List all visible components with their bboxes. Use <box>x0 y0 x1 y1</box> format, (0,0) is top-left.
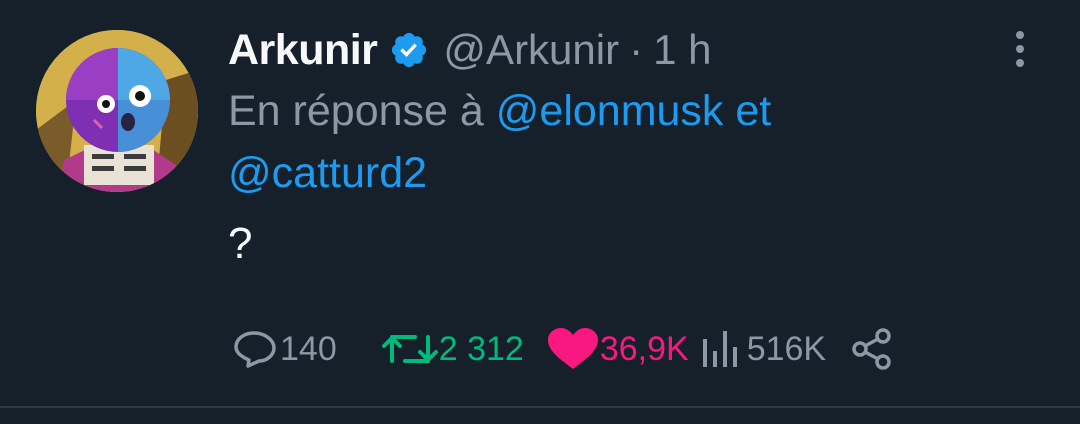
avatar[interactable] <box>36 30 198 192</box>
like-heart-icon <box>547 328 598 369</box>
tweet-content: Arkunir @Arkunir · 1 h En réponse à @elo… <box>228 22 1028 270</box>
separator-dot: · <box>629 26 644 73</box>
author-handle[interactable]: @Arkunir <box>443 26 619 74</box>
retweet-icon <box>381 335 438 363</box>
reply-count: 140 <box>280 329 337 368</box>
reply-conjunction: et <box>735 87 772 135</box>
divider <box>0 406 1080 408</box>
views-count: 516K <box>746 329 827 368</box>
retweet-button[interactable]: 2 312 <box>381 329 524 369</box>
share-icon <box>852 328 891 370</box>
reply-prefix: En réponse à <box>228 87 484 135</box>
timestamp[interactable]: 1 h <box>653 26 711 74</box>
tweet-header: Arkunir @Arkunir · 1 h <box>228 22 1028 78</box>
like-button[interactable]: 36,9K <box>546 327 689 371</box>
retweet-count: 2 312 <box>438 329 524 368</box>
author-name[interactable]: Arkunir <box>228 26 378 75</box>
mention-elonmusk[interactable]: @elonmusk <box>496 87 724 135</box>
views-icon <box>702 331 737 367</box>
reply-context: En réponse à @elonmusk et @catturd2 <box>228 80 1028 204</box>
action-bar: 140 2 312 36,9K 516K <box>232 322 894 376</box>
tweet-text: ? <box>228 219 253 268</box>
reply-icon <box>234 331 276 368</box>
tweet[interactable]: Arkunir @Arkunir · 1 h En réponse à @elo… <box>0 0 1080 408</box>
mention-catturd2[interactable]: @catturd2 <box>228 149 427 197</box>
verified-badge-icon <box>392 32 427 68</box>
reply-button[interactable]: 140 <box>232 329 337 369</box>
more-options-icon[interactable] <box>1006 28 1034 70</box>
share-button[interactable] <box>850 328 894 370</box>
like-count: 36,9K <box>599 329 689 368</box>
views-button[interactable]: 516K <box>699 329 826 369</box>
